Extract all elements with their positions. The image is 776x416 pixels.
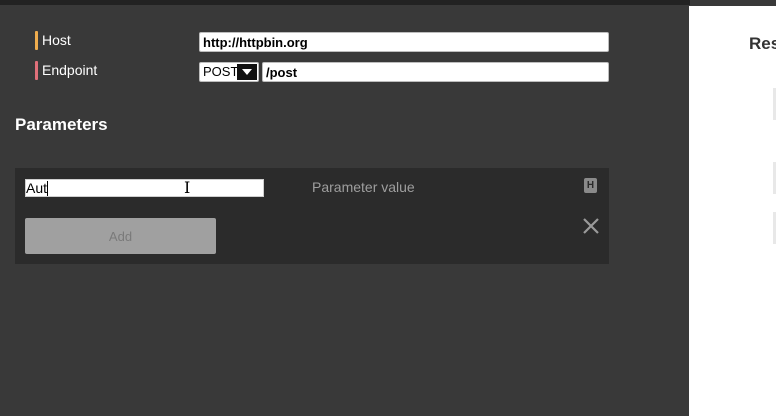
host-label: Host — [35, 31, 71, 50]
parameters-title: Parameters — [15, 115, 108, 134]
parameter-row: Aut I Parameter value H Add — [15, 168, 609, 264]
top-bar — [0, 0, 690, 5]
method-value: POST — [203, 64, 239, 79]
header-toggle-icon[interactable]: H — [584, 178, 597, 193]
text-caret — [47, 181, 49, 196]
endpoint-path-input[interactable] — [262, 62, 609, 82]
response-title: Res — [749, 34, 776, 53]
ibeam-cursor-icon: I — [184, 178, 191, 197]
parameter-value-input[interactable]: Parameter value — [312, 179, 415, 195]
add-button[interactable]: Add — [25, 218, 216, 254]
parameter-key-input[interactable]: Aut I — [25, 179, 264, 197]
method-select[interactable]: POST — [199, 62, 259, 82]
response-panel: Res — [689, 6, 776, 416]
chevron-down-icon[interactable] — [237, 64, 257, 80]
parameter-key-value: Aut — [26, 180, 48, 196]
close-icon[interactable] — [581, 216, 601, 236]
host-input[interactable] — [199, 32, 609, 52]
endpoint-label: Endpoint — [35, 61, 97, 80]
